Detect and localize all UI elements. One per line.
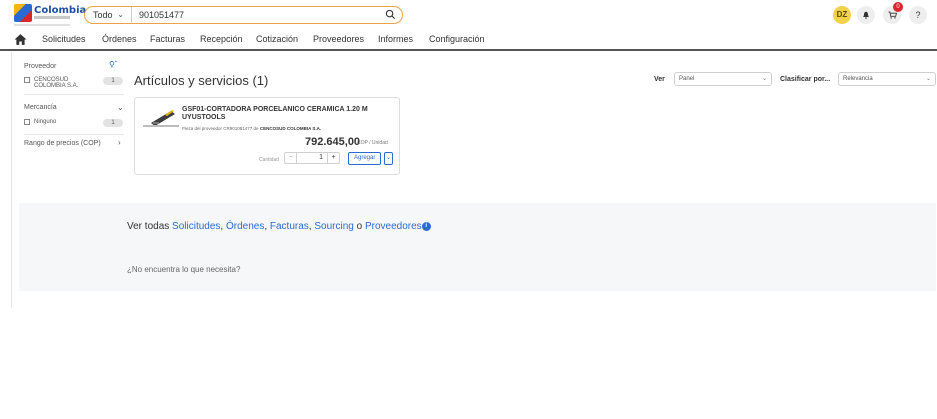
view-label: Ver [654,76,665,83]
view-select-value: Panel [679,76,695,82]
nav-item-recepcion[interactable]: Recepción [200,34,243,44]
quantity-label: Cantidad [259,157,280,163]
nav-item-ordenes[interactable]: Órdenes [102,34,137,44]
product-title[interactable]: GSF01-CORTADORA PORCELANICO CERAMICA 1.2… [182,106,392,122]
nav-item-configuracion[interactable]: Configuración [429,34,485,44]
nav-divider [0,49,937,51]
sort-select-value: Relevancia [843,76,873,82]
main-nav: Solicitudes Órdenes Facturas Recepción C… [0,31,937,49]
chevron-down-icon: ⌄ [925,76,931,82]
link-requests[interactable]: Solicitudes [172,221,220,232]
filter-merchandise-count: 1 [103,119,123,127]
search-input[interactable] [139,8,379,22]
nav-item-cotizacion[interactable]: Cotización [256,34,298,44]
product-image-caption [143,125,179,127]
help-icon[interactable]: ? [909,6,927,24]
cart-count-badge: 0 [893,2,903,12]
info-icon[interactable]: i [421,222,431,231]
user-avatar[interactable]: DZ [833,6,851,24]
search-scope-label: Todo [93,10,113,20]
product-card: GSF01-CORTADORA PORCELANICO CERAMICA 1.2… [134,97,400,175]
top-header: Colombia Todo ⌄ DZ 0 ? [0,0,937,30]
filter-supplier-count: 1 [103,77,123,85]
results-title: Artículos y servicios (1) [134,73,269,88]
filter-supplier-heading: Proveedor [24,63,57,70]
product-price-unit: COP / Unidad [357,140,388,146]
product-price: 792.645,00 [305,136,361,148]
logo-mark [14,4,32,22]
quantity-decrease-button[interactable]: − [285,153,297,163]
product-supplier-line: Pieza del proveedor CR901051477 de CENCO… [182,126,321,131]
nav-item-facturas[interactable]: Facturas [150,34,185,44]
separator: , [264,221,268,232]
search-icon[interactable] [385,9,396,20]
filter-merchandise-heading[interactable]: Mercancía [24,104,57,111]
quantity-stepper: − 1 + [284,152,340,164]
nav-item-informes[interactable]: Informes [378,34,413,44]
filter-price-range[interactable]: Rango de precios (COP) [24,140,101,147]
separator-or: o [356,221,363,232]
filter-supplier-checkbox[interactable] [24,77,30,83]
logo-underline [14,24,70,26]
search-bar: Todo ⌄ [84,6,403,24]
link-invoices[interactable]: Facturas [270,221,309,232]
link-sourcing[interactable]: Sourcing [314,221,353,232]
add-to-cart-button[interactable]: Agregar [348,152,382,165]
not-found-text[interactable]: ¿No encuentra lo que necesita? [127,265,240,274]
product-supplier: CENCOSUD COLOMBIA S.A. [259,126,322,131]
filter-supplier-option: CENCOSUD COLOMBIA S.A. [34,77,79,89]
sort-label: Clasificar por... [780,76,831,83]
chevron-down-icon[interactable]: ⌄ [117,103,124,112]
filter-merchandise-checkbox[interactable] [24,119,30,125]
filter-divider [24,94,124,95]
sort-select[interactable]: Relevancia ⌄ [838,72,936,86]
filter-divider [24,134,124,135]
logo-text: Colombia [34,5,87,16]
see-all-prefix: Ver todas [127,221,170,232]
add-options-dropdown[interactable]: ⌄ [384,152,393,165]
link-suppliers[interactable]: Proveedores [365,221,422,232]
chevron-right-icon[interactable]: › [118,138,121,147]
filter-search-icon[interactable]: ⚲ˇ [109,60,118,69]
quantity-increase-button[interactable]: + [327,153,339,163]
view-select[interactable]: Panel ⌄ [674,72,772,86]
filter-merchandise-option: Ninguno [34,119,57,125]
quantity-input[interactable]: 1 [297,153,327,163]
chevron-down-icon: ⌄ [117,10,124,19]
cart-icon[interactable]: 0 [883,2,903,24]
chevron-down-icon: ⌄ [761,76,767,82]
nav-item-solicitudes[interactable]: Solicitudes [42,34,86,44]
see-all-links: Ver todas Solicitudes, Órdenes, Facturas… [127,221,431,232]
link-orders[interactable]: Órdenes [226,221,264,232]
separator: , [308,221,312,232]
nav-item-proveedores[interactable]: Proveedores [313,34,364,44]
separator: , [220,221,224,232]
product-part-number: Pieza del proveedor CR901051477 de [182,126,259,131]
logo-tagline [34,16,70,19]
notifications-bell-icon[interactable] [857,6,875,24]
search-scope-dropdown[interactable]: Todo ⌄ [85,7,132,23]
company-logo[interactable]: Colombia [14,4,86,26]
see-all-panel [19,203,936,291]
home-icon[interactable] [14,33,27,46]
sidebar-border [11,52,12,308]
